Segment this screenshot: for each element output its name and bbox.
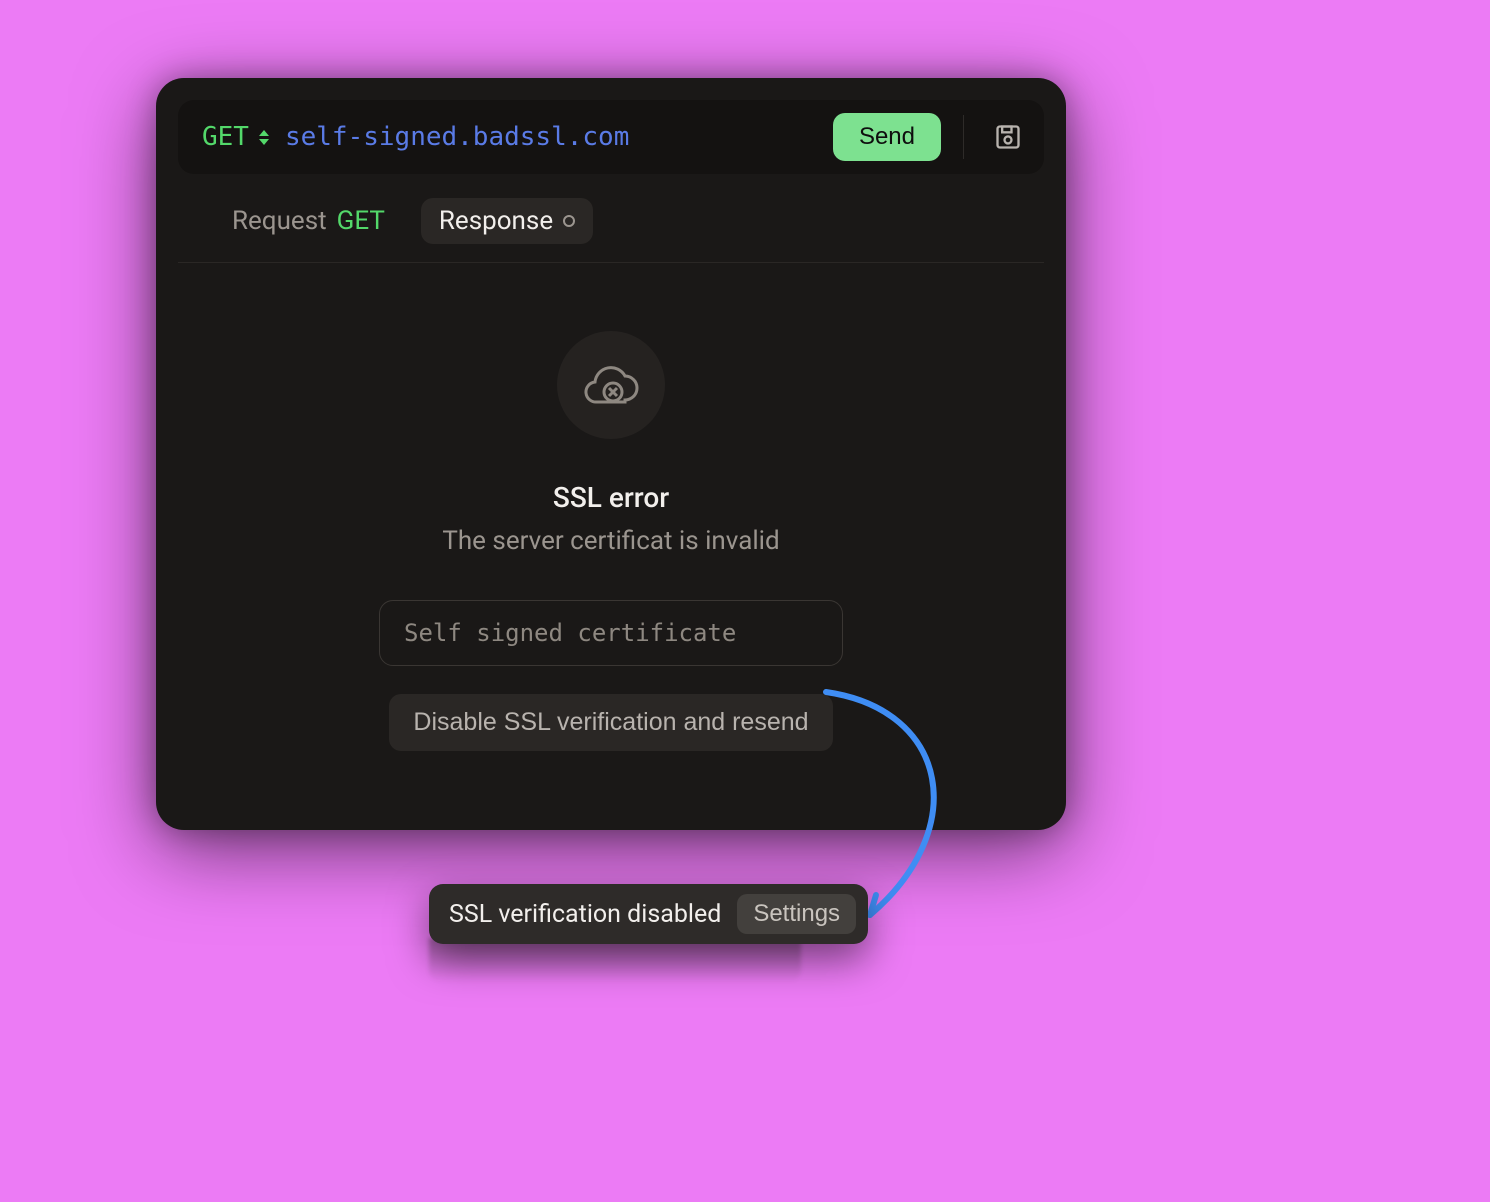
tab-request[interactable]: Request GET	[214, 198, 403, 244]
error-title: SSL error	[553, 481, 669, 514]
tab-response[interactable]: Response	[421, 198, 593, 244]
save-icon	[994, 123, 1022, 151]
chevron-sort-icon	[259, 130, 269, 145]
error-icon-circle	[557, 331, 665, 439]
toast-text: SSL verification disabled	[449, 900, 721, 929]
url-bar: GET Send	[178, 100, 1044, 174]
save-button[interactable]	[986, 115, 1030, 159]
error-subtitle: The server certificat is invalid	[442, 526, 779, 556]
cloud-x-icon	[581, 362, 641, 408]
tab-request-method: GET	[337, 206, 385, 236]
response-content: SSL error The server certificat is inval…	[178, 263, 1044, 808]
tab-response-label: Response	[439, 206, 553, 236]
app-window: GET Send Request GET Response	[156, 78, 1066, 830]
status-dot-icon	[563, 215, 575, 227]
toast: SSL verification disabled Settings	[429, 884, 868, 944]
tab-request-label: Request	[232, 206, 327, 236]
http-method-label: GET	[202, 122, 249, 152]
toast-reflection	[429, 938, 801, 983]
error-reason: Self signed certificate	[379, 600, 843, 666]
tabs: Request GET Response	[178, 174, 1044, 263]
send-button[interactable]: Send	[833, 113, 941, 161]
http-method-select[interactable]: GET	[202, 122, 269, 152]
disable-ssl-button[interactable]: Disable SSL verification and resend	[389, 694, 832, 751]
divider	[963, 115, 964, 159]
toast-settings-button[interactable]: Settings	[737, 894, 856, 934]
url-input[interactable]	[285, 122, 817, 152]
